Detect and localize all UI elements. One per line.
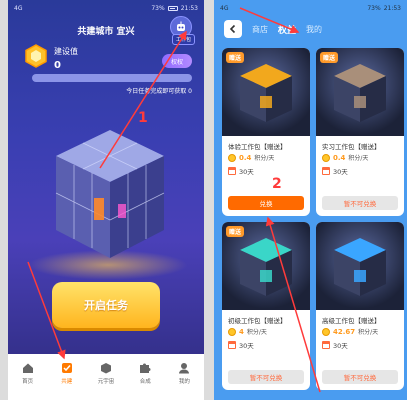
- coin-icon: [228, 327, 236, 336]
- screenshot-stage: 4G 73% 21:53 共建城市 宜兴 工作包 建设值 0 权权 今日任务完成…: [0, 0, 407, 400]
- nav-item-me[interactable]: 我的: [165, 362, 204, 400]
- rate-value: 42.67: [333, 327, 356, 336]
- package-duration: 30天: [222, 164, 310, 178]
- clock: 21:53: [180, 4, 198, 12]
- task-note-value: 0: [188, 88, 192, 95]
- package-duration: 30天: [222, 338, 310, 352]
- back-button[interactable]: [224, 20, 242, 38]
- transfer-button[interactable]: 权权: [162, 54, 192, 68]
- battery-percent: 73%: [151, 4, 165, 12]
- left-phone-screen: 4G 73% 21:53 共建城市 宜兴 工作包 建设值 0 权权 今日任务完成…: [8, 0, 204, 400]
- clock: 21:53: [383, 4, 401, 12]
- coin-icon: [322, 327, 330, 336]
- nav-item-synthesize[interactable]: 合成: [126, 362, 165, 400]
- status-bar: 4G 73% 21:53: [214, 0, 407, 16]
- calendar-icon: [228, 167, 236, 175]
- calendar-icon: [228, 341, 236, 349]
- tab-benefits[interactable]: 权益: [278, 23, 296, 36]
- battery-icon: [167, 5, 178, 11]
- package-card[interactable]: 高级工作包【赠送】 42.67 积分/天 30天 暂不可兑换: [316, 222, 404, 390]
- puzzle-icon: [140, 363, 151, 373]
- rate-value: 4: [239, 327, 244, 336]
- rate-value: 0.4: [333, 153, 346, 162]
- redeem-button[interactable]: 兑换: [228, 196, 304, 210]
- calendar-icon: [322, 341, 330, 349]
- carrier-text: 4G: [220, 4, 229, 12]
- work-package-badge[interactable]: 工作包: [171, 34, 195, 45]
- nav-item-home[interactable]: 首页: [8, 362, 47, 400]
- battery-percent: 73%: [367, 4, 381, 12]
- coin-icon: [228, 153, 236, 162]
- tab-mine[interactable]: 我的: [306, 24, 322, 35]
- duration-value: 30天: [333, 168, 348, 176]
- start-task-button[interactable]: 开启任务: [52, 282, 160, 328]
- tab-shop[interactable]: 商店: [252, 24, 268, 35]
- package-rate: 42.67 积分/天: [316, 325, 404, 338]
- task-note: 今日任务完成即可获取 0: [126, 88, 192, 95]
- cube-artwork: [55, 130, 165, 258]
- build-value-label: 建设值: [54, 47, 78, 56]
- home-icon: [22, 363, 33, 373]
- bottom-nav: 首页 共建 元宇宙 合成 我的: [8, 354, 204, 400]
- duration-value: 30天: [239, 342, 254, 350]
- right-phone-screen: 4G 73% 21:53 商店 权益 我的 赠送 体验工作包【赠送】 0.4 积…: [214, 0, 407, 400]
- chevron-left-icon: [229, 24, 236, 34]
- package-name: 实习工作包【赠送】: [322, 143, 381, 151]
- annotation-label-2: 2: [272, 176, 282, 192]
- task-progress-bar: [32, 74, 192, 82]
- tab-header: 商店 权益 我的: [214, 16, 407, 42]
- nav-item-build[interactable]: 共建: [47, 362, 86, 400]
- rate-unit: 积分/天: [246, 329, 267, 336]
- build-value: 0: [54, 60, 61, 71]
- cube-icon: [101, 363, 111, 374]
- redeem-disabled-button[interactable]: 暂不可兑换: [322, 196, 398, 210]
- package-name: 初级工作包【赠送】: [228, 317, 287, 325]
- package-card[interactable]: 赠送 初级工作包【赠送】 4 积分/天 30天 暂不可兑换: [222, 222, 310, 390]
- annotation-label-1: 1: [138, 110, 148, 126]
- rate-unit: 积分/天: [348, 155, 369, 162]
- redeem-disabled-button[interactable]: 暂不可兑换: [322, 370, 398, 384]
- duration-value: 30天: [333, 342, 348, 350]
- package-image: 赠送: [316, 48, 404, 136]
- status-bar: 4G 73% 21:53: [8, 0, 204, 16]
- package-duration: 30天: [316, 338, 404, 352]
- rate-unit: 积分/天: [358, 329, 379, 336]
- package-image: [316, 222, 404, 310]
- package-card[interactable]: 赠送 体验工作包【赠送】 0.4 积分/天 30天 兑换: [222, 48, 310, 216]
- package-duration: 30天: [316, 164, 404, 178]
- package-rate: 4 积分/天: [222, 325, 310, 338]
- package-grid: 赠送 体验工作包【赠送】 0.4 积分/天 30天 兑换 赠送 实习工作包【赠送…: [222, 48, 404, 390]
- robot-icon: [177, 21, 185, 31]
- rate-unit: 积分/天: [254, 155, 275, 162]
- hexagon-coin-icon: [25, 44, 47, 68]
- package-name: 体验工作包【赠送】: [228, 143, 287, 151]
- user-icon: [179, 363, 190, 374]
- package-box-icon: [334, 238, 386, 296]
- redeem-disabled-button[interactable]: 暂不可兑换: [228, 370, 304, 384]
- carrier-text: 4G: [14, 4, 23, 12]
- calendar-icon: [322, 167, 330, 175]
- package-image: 赠送: [222, 48, 310, 136]
- package-card[interactable]: 赠送 实习工作包【赠送】 0.4 积分/天 30天 暂不可兑换: [316, 48, 404, 216]
- package-rate: 0.4 积分/天: [316, 151, 404, 164]
- rate-value: 0.4: [239, 153, 252, 162]
- package-box-icon: [240, 64, 292, 122]
- duration-value: 30天: [239, 168, 254, 176]
- package-image: 赠送: [222, 222, 310, 310]
- nav-item-metaverse[interactable]: 元宇宙: [86, 362, 125, 400]
- checkbox-icon: [61, 363, 72, 373]
- package-box-icon: [240, 238, 292, 296]
- package-rate: 0.4 积分/天: [222, 151, 310, 164]
- package-name: 高级工作包【赠送】: [322, 317, 381, 325]
- coin-icon: [322, 153, 330, 162]
- package-box-icon: [334, 64, 386, 122]
